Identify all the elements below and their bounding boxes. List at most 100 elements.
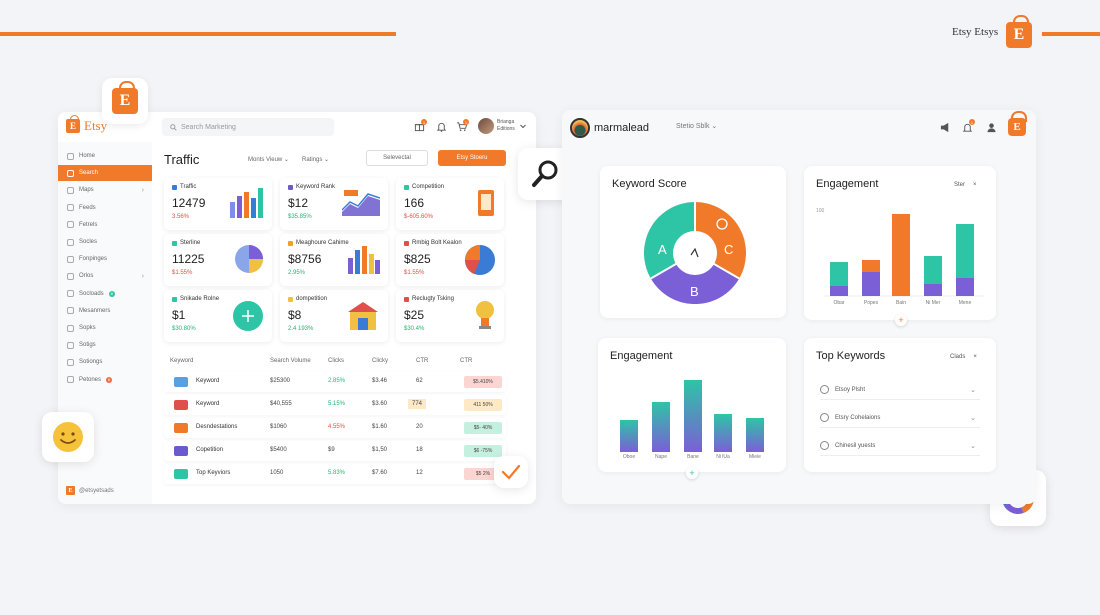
top-keywords-card: Top Keywords Clads × Etsoy Plsht ⌄ Etsry C… (804, 338, 996, 472)
stat-card[interactable]: Traffic 12479 3.56% (164, 178, 272, 230)
sidebar-item[interactable]: Feeds (58, 200, 152, 216)
marmalead-logo[interactable]: marmalead (570, 118, 649, 138)
stat-value: $25 (404, 308, 425, 322)
x-label-b2: Nape (655, 454, 667, 460)
user-name-line-1: Brianga (497, 119, 515, 125)
bar-b1 (620, 420, 638, 452)
stat-card-title: Rmbig Bolt Kealon (404, 240, 462, 246)
sidebar-item[interactable]: Petones 6 (58, 372, 152, 388)
stat-card[interactable]: Keyword Rank $12 $35.85% (280, 178, 388, 230)
nav-icon (67, 255, 74, 263)
table-row[interactable]: Keyword $25300 2.85% $3.46 62 $5.410% (164, 372, 506, 392)
filter-ratings[interactable]: Ratings ⌄ (302, 156, 329, 163)
check-tile[interactable] (494, 456, 528, 488)
stat-card[interactable]: Rmbig Bolt Kealon $825 $1.55% (396, 234, 504, 286)
table-row[interactable]: Keyword $40,555 5.15% $3.60 774 411 50% (164, 395, 506, 415)
stat-change: 2.4 193% (288, 326, 314, 332)
x-label-3: Bain (895, 300, 906, 306)
bar-b2 (652, 402, 670, 452)
stat-value: 12479 (172, 196, 206, 210)
cell-clicks: $9 (328, 447, 335, 453)
page-title: Traffic (164, 152, 200, 167)
sidebar-item[interactable]: Orlos › (58, 268, 152, 284)
megaphone-icon[interactable] (940, 122, 951, 133)
stat-card[interactable]: Meaghoure Cahime $8756 2.95% (280, 234, 388, 286)
stat-value: $825 (404, 252, 431, 266)
etsy-bag-icon[interactable]: E (1008, 111, 1027, 136)
x-label-1: Obar (833, 300, 845, 306)
stat-change: 2.95% (288, 270, 306, 276)
stat-mini-chart (235, 245, 263, 273)
table-row[interactable]: Desndestations $1060 4.55% $1.60 20 $5- 40% (164, 418, 506, 438)
top-keywords-title: Top Keywords (816, 350, 886, 362)
store-select[interactable]: Stetio Sblk ⌄ (676, 122, 717, 130)
sidebar-item[interactable]: Mesanmers (58, 303, 152, 319)
smiley-tile[interactable] (42, 412, 94, 462)
add-widget-button-bottom[interactable]: + (686, 467, 698, 479)
stat-card-title: Reclugty Tsking (404, 296, 454, 302)
add-widget-button-top[interactable]: + (895, 314, 907, 326)
stat-mini-chart (342, 190, 380, 216)
table-row[interactable]: Top Keyviors 1050 5.83% $7.60 12 $5 2% (164, 464, 506, 484)
nav-icon (67, 324, 74, 332)
sidebar-item[interactable]: Sotiongs (58, 354, 152, 370)
stat-mini-chart (478, 190, 494, 216)
top-accent-line-left (0, 32, 396, 36)
marmalead-logo-icon (570, 118, 590, 138)
bar-2-purple (862, 272, 880, 296)
etsy-logo[interactable]: E Etsy (66, 115, 107, 134)
stat-change: $1.55% (404, 270, 425, 276)
keyword-item[interactable]: Etsoy Plsht ⌄ (820, 380, 980, 400)
stat-card[interactable]: Competition 166 $-605.60% (396, 178, 504, 230)
sidebar-item[interactable]: Sotigs (58, 337, 152, 353)
stat-mini-chart (464, 245, 495, 275)
stat-mini-chart (230, 188, 263, 218)
stat-title-text: Rmbig Bolt Kealon (412, 240, 462, 246)
stat-card[interactable]: dompetition $8 2.4 193% (280, 290, 388, 342)
search-input[interactable]: Search Marketing (162, 118, 334, 136)
stat-card-title: Sterline (172, 240, 200, 246)
sidebar-item[interactable]: Sopks (58, 320, 152, 336)
select-button[interactable]: Selevectal (366, 150, 428, 166)
stat-mini-chart (348, 246, 380, 274)
checkmark-icon (501, 464, 521, 480)
keyword-score-card: Keyword Score A C B (600, 166, 786, 318)
user-icon[interactable] (986, 122, 997, 133)
stat-icon (288, 296, 293, 302)
stat-card[interactable]: Snikade Rolne $1 $30.80% (164, 290, 272, 342)
stat-change: $35.85% (288, 214, 312, 220)
stat-card[interactable]: Reclugty Tsking $25 $30.4% (396, 290, 504, 342)
sidebar-item[interactable]: Socles (58, 234, 152, 250)
keyword-item[interactable]: Etsry Cohelaions ⌄ (820, 408, 980, 428)
stat-card-title: Competition (404, 184, 444, 190)
stat-change: $30.80% (172, 326, 196, 332)
filter-chip-keywords[interactable]: Clads × (950, 354, 977, 360)
sidebar-item[interactable]: Home (58, 148, 152, 164)
sidebar-item[interactable]: Search (58, 165, 152, 182)
sidebar-item[interactable]: Fetrels (58, 217, 152, 233)
store-select-label: Stetio Sblk (676, 123, 710, 130)
bar-5-purple (956, 278, 974, 296)
avatar[interactable] (478, 118, 494, 134)
cell-clicks: 4.55% (328, 424, 346, 430)
keyword-item[interactable]: Chinesil yuests ⌄ (820, 436, 980, 456)
sidebar-item-label: Fetrels (79, 221, 98, 228)
stat-card-title: Snikade Rolne (172, 296, 219, 302)
stat-icon (172, 296, 177, 302)
sidebar-item[interactable]: Socloads 8 (58, 286, 152, 302)
etsy-store-button[interactable]: Etsy Stoeru (438, 150, 506, 166)
sidebar-item-label: Socloads (79, 290, 104, 297)
sidebar-item-label: Orlos (79, 273, 94, 280)
brand-top-text: Etsy Etsys (952, 26, 999, 38)
table-row[interactable]: Copetition $5400 $9 $1,50 18 $6 -75% (164, 441, 506, 461)
engagement-bars-bottom (620, 380, 764, 452)
stat-card[interactable]: Sterline 11225 $1.55% (164, 234, 272, 286)
sidebar-item[interactable]: Fonpinges (58, 251, 152, 267)
close-icon[interactable]: × (973, 354, 977, 360)
chevron-down-icon[interactable] (520, 124, 526, 129)
filter-view[interactable]: Monts Vieuw ⌄ (248, 156, 289, 163)
sidebar-item-label: Sopks (79, 325, 96, 331)
sidebar-item-label: Sotigs (79, 342, 96, 349)
bell-icon[interactable] (436, 121, 447, 132)
sidebar-item[interactable]: Maps › (58, 182, 152, 198)
